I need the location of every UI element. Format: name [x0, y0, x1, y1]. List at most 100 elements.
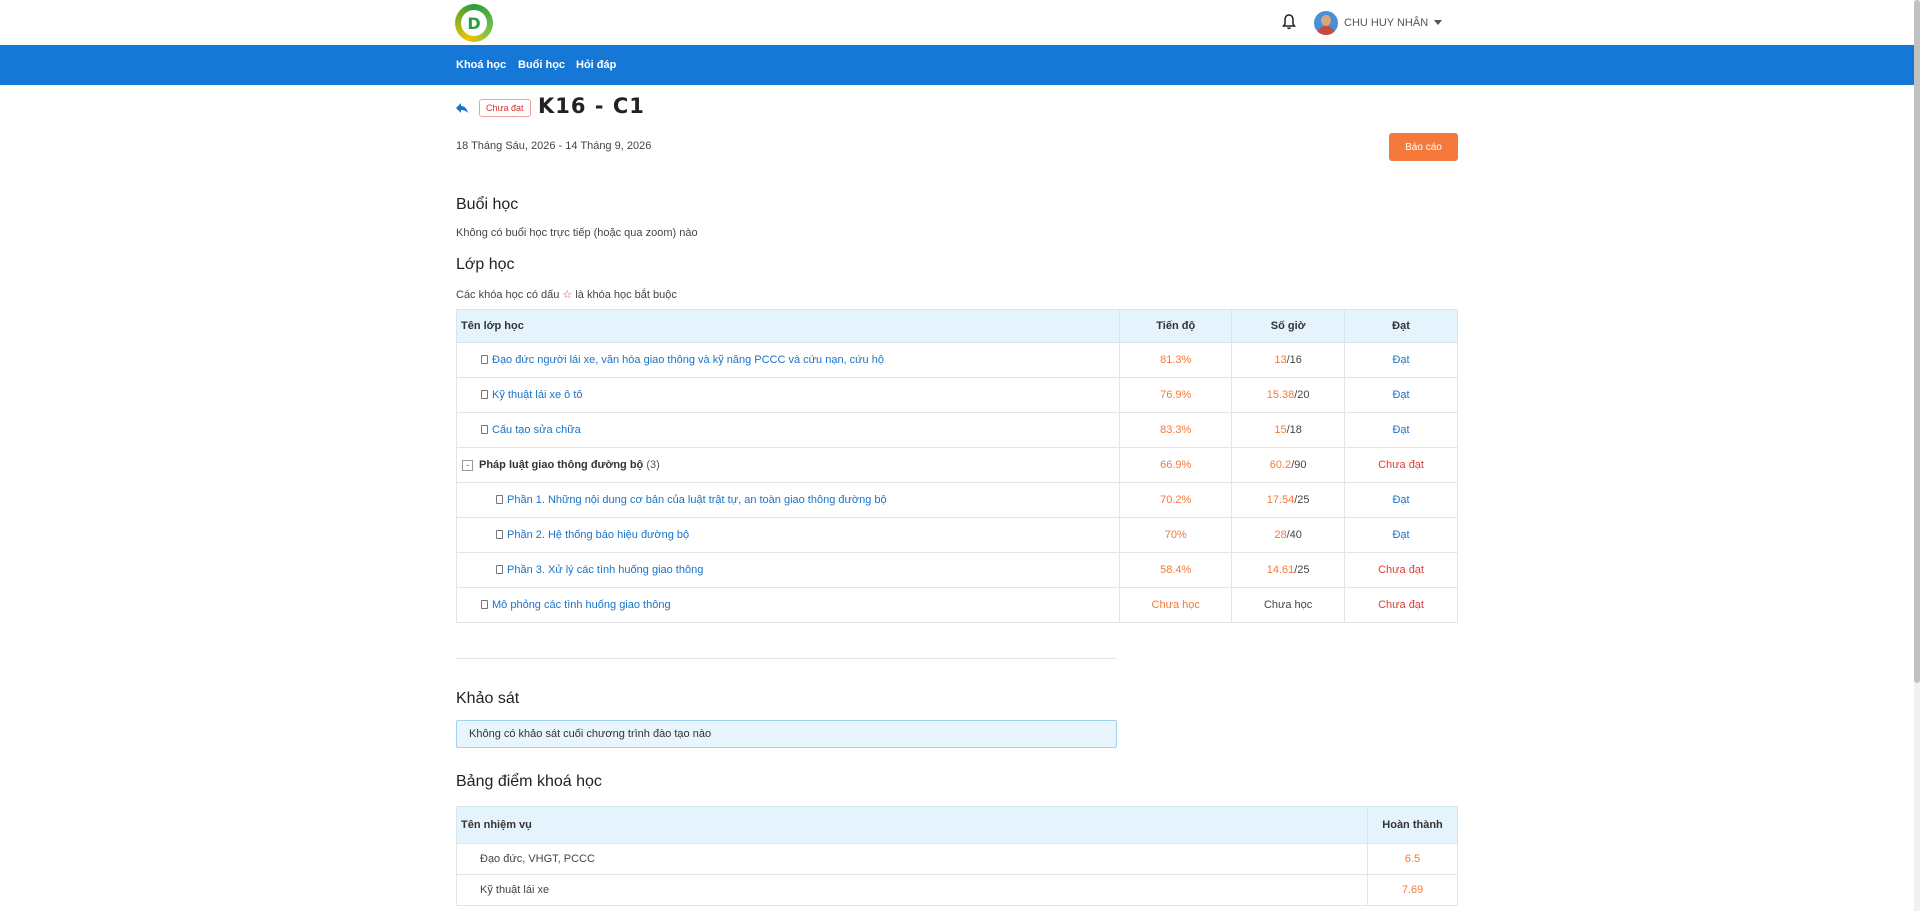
- hours-total: /25: [1294, 564, 1310, 576]
- hours-cell: 60.2/90: [1231, 447, 1346, 483]
- hours-cell: 15/18: [1231, 412, 1346, 448]
- progress-value: 66.9%: [1119, 447, 1233, 483]
- classes-table: Tên lớp học Tiến độ Số giờ Đạt Đạo đức n…: [455, 309, 1458, 623]
- task-score: 6.5: [1367, 843, 1458, 875]
- col-header-progress: Tiến độ: [1119, 309, 1233, 343]
- hours-total: /18: [1286, 424, 1302, 436]
- class-link[interactable]: Phần 2. Hệ thống báo hiệu đường bộ: [507, 529, 689, 541]
- hours-total: /90: [1291, 459, 1307, 471]
- progress-value: 58.4%: [1119, 552, 1233, 588]
- result-value: Đạt: [1344, 517, 1458, 553]
- document-icon: [481, 355, 488, 364]
- progress-value: 70.2%: [1119, 482, 1233, 518]
- hours-cell: 28/40: [1231, 517, 1346, 553]
- table-row: Mô phỏng các tình huống giao thông Chưa …: [455, 587, 1458, 623]
- user-menu[interactable]: CHU HUY NHÂN: [1314, 10, 1443, 35]
- classes-note-before: Các khóa học có dấu: [456, 289, 560, 301]
- hours-total: /16: [1286, 354, 1302, 366]
- result-value: Chưa đạt: [1344, 447, 1458, 483]
- group-count: (3): [646, 459, 660, 471]
- progress-value: 70%: [1119, 517, 1233, 553]
- classes-note-after: là khóa học bắt buộc: [575, 289, 677, 301]
- logo[interactable]: D: [455, 4, 493, 42]
- nav-item-qa[interactable]: Hỏi đáp: [576, 45, 616, 85]
- collapse-toggle[interactable]: -: [462, 460, 473, 471]
- scores-title: Bảng điểm khoá học: [456, 773, 602, 790]
- hours-done: 14.61: [1266, 564, 1295, 576]
- hours-cell: 17.54/25: [1231, 482, 1346, 518]
- top-bar: D CHU HUY NHÂN: [0, 0, 1920, 45]
- table-row: Phần 3. Xử lý các tình huống giao thông …: [455, 552, 1458, 588]
- survey-empty-alert: Không có khảo sát cuối chương trình đào …: [456, 720, 1117, 748]
- hours-total: /25: [1294, 494, 1310, 506]
- document-icon: [496, 495, 503, 504]
- document-icon: [496, 565, 503, 574]
- classes-title: Lớp học: [456, 256, 515, 273]
- chevron-down-icon: [1434, 20, 1443, 25]
- document-icon: [481, 425, 488, 434]
- nav-item-sessions[interactable]: Buổi học: [518, 45, 565, 85]
- table-row: Kỹ thuật lái xe 7.69: [455, 874, 1458, 906]
- progress-value: 81.3%: [1119, 342, 1233, 378]
- hours-done: 17.54: [1266, 494, 1295, 506]
- col-header-hours: Số giờ: [1231, 309, 1346, 343]
- progress-value: 76.9%: [1119, 377, 1233, 413]
- document-icon: [481, 390, 488, 399]
- document-icon: [496, 530, 503, 539]
- sessions-title: Buổi học: [456, 196, 519, 213]
- star-icon: ☆: [562, 289, 573, 301]
- col-header-task: Tên nhiệm vụ: [455, 806, 1369, 844]
- classes-note: Các khóa học có dấu ☆ là khóa học bắt bu…: [456, 288, 677, 301]
- result-value: Đạt: [1344, 412, 1458, 448]
- avatar: [1314, 10, 1338, 35]
- divider: [456, 658, 1117, 659]
- result-value: Chưa đạt: [1344, 552, 1458, 588]
- class-link[interactable]: Mô phỏng các tình huống giao thông: [492, 599, 671, 611]
- user-name: CHU HUY NHÂN: [1344, 16, 1429, 29]
- task-name: Đạo đức, VHGT, PCCC: [455, 843, 1369, 875]
- result-value: Đạt: [1344, 482, 1458, 518]
- page-title: K16 - C1: [538, 94, 645, 118]
- task-score: 7.69: [1367, 874, 1458, 906]
- table-row: Đạo đức, VHGT, PCCC 6.5: [455, 843, 1458, 875]
- scrollbar-thumb[interactable]: [1914, 0, 1920, 683]
- hours-cell: 13/16: [1231, 342, 1346, 378]
- class-link[interactable]: Đạo đức người lái xe, văn hóa giao thông…: [492, 354, 884, 366]
- scrollbar[interactable]: [1914, 0, 1920, 911]
- document-icon: [481, 600, 488, 609]
- hours-cell: 15.38/20: [1231, 377, 1346, 413]
- hours-done: 13: [1274, 354, 1287, 366]
- hours-done: 28: [1274, 529, 1287, 541]
- scores-table: Tên nhiệm vụ Hoàn thành Đạo đức, VHGT, P…: [455, 806, 1458, 906]
- report-button[interactable]: Báo cáo: [1389, 133, 1458, 161]
- hours-total: /20: [1294, 389, 1310, 401]
- class-link[interactable]: Cấu tạo sửa chữa: [492, 424, 581, 436]
- sessions-empty-text: Không có buổi học trực tiếp (hoặc qua zo…: [456, 227, 698, 239]
- hours-total: /40: [1286, 529, 1302, 541]
- class-link[interactable]: Phần 1. Những nội dung cơ bản của luật t…: [507, 494, 887, 506]
- col-header-name: Tên lớp học: [455, 309, 1121, 343]
- date-range: 18 Tháng Sáu, 2026 - 14 Tháng 9, 2026: [456, 140, 652, 152]
- logo-text: D: [467, 13, 481, 33]
- nav-item-courses[interactable]: Khoá học: [456, 45, 506, 85]
- group-name: Pháp luật giao thông đường bộ: [479, 459, 644, 471]
- bell-icon[interactable]: [1281, 13, 1297, 31]
- hours-done: 60.2: [1269, 459, 1292, 471]
- progress-value: Chưa học: [1119, 587, 1233, 623]
- table-row: Kỹ thuật lái xe ô tô 76.9% 15.38/20 Đạt: [455, 377, 1458, 413]
- table-row-group: - Pháp luật giao thông đường bộ (3) 66.9%…: [455, 447, 1458, 483]
- table-row: Đạo đức người lái xe, văn hóa giao thông…: [455, 342, 1458, 378]
- task-name: Kỹ thuật lái xe: [455, 874, 1369, 906]
- table-row: Phần 1. Những nội dung cơ bản của luật t…: [455, 482, 1458, 518]
- status-badge: Chưa đạt: [479, 99, 531, 117]
- hours-done: 15: [1274, 424, 1287, 436]
- result-value: Đạt: [1344, 377, 1458, 413]
- class-link[interactable]: Kỹ thuật lái xe ô tô: [492, 389, 583, 401]
- col-header-result: Đạt: [1344, 309, 1458, 343]
- survey-title: Khảo sát: [456, 690, 520, 707]
- hours-value: Chưa học: [1231, 587, 1346, 623]
- hours-cell: 14.61/25: [1231, 552, 1346, 588]
- table-row: Cấu tạo sửa chữa 83.3% 15/18 Đạt: [455, 412, 1458, 448]
- back-arrow-icon[interactable]: [455, 101, 469, 115]
- class-link[interactable]: Phần 3. Xử lý các tình huống giao thông: [507, 564, 703, 576]
